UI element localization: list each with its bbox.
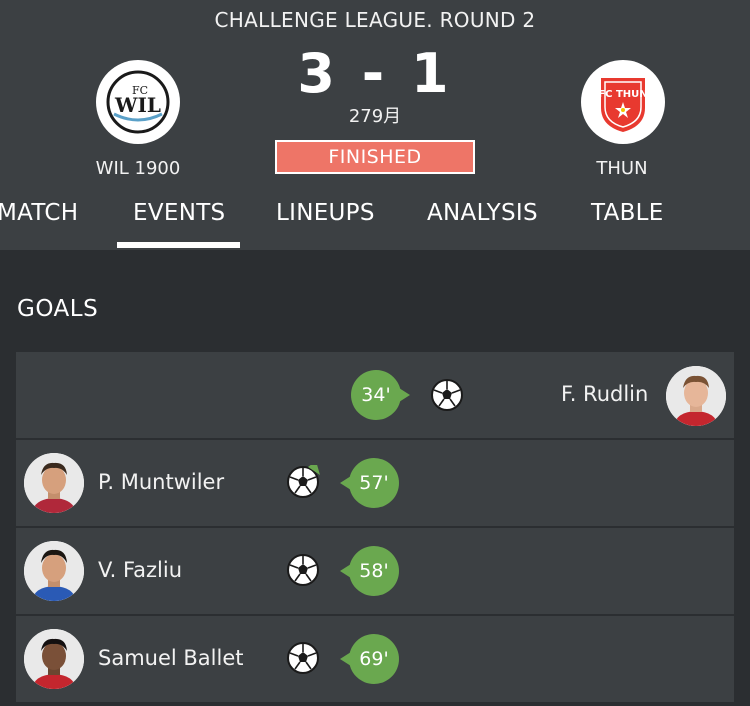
player-avatar[interactable] [24,629,84,689]
away-team-name[interactable]: THUN [542,158,702,179]
badge-pointer [340,564,351,578]
soccer-ball-icon [287,554,319,586]
tab-lineups[interactable]: LINEUPS [276,200,375,226]
goal-minute-badge: 69' [340,634,399,684]
player-avatar[interactable] [24,541,84,601]
tab-match[interactable]: MATCH [0,200,78,226]
away-team-logo[interactable]: FC THUN [581,60,665,144]
badge-pointer [399,388,410,402]
goal-event-row[interactable]: 34' F. Rudlin [16,352,734,438]
away-logo-text: FC THUN [598,89,647,100]
badge-pointer [340,476,351,490]
match-header: CHALLENGE LEAGUE. ROUND 2 FC WIL WIL 190… [0,0,750,250]
thun-crest-icon: FC THUN [598,78,648,132]
home-team-logo[interactable]: FC WIL [96,60,180,144]
goal-minute-text: 57' [359,472,389,494]
player-photo-fazliu [24,541,84,601]
player-photo-ballet [24,629,84,689]
tab-events[interactable]: EVENTS [133,200,225,226]
goal-scorer-name[interactable]: F. Rudlin [561,382,648,406]
active-tab-indicator [117,242,240,248]
soccer-ball-icon [431,379,463,411]
status-badge: FINISHED [275,140,475,174]
league-round-title: CHALLENGE LEAGUE. ROUND 2 [214,8,536,32]
goal-minute-badge: 57' [340,458,399,508]
badge-pointer [340,652,351,666]
goal-scorer-name[interactable]: Samuel Ballet [98,646,244,670]
tab-analysis[interactable]: ANALYSIS [427,200,538,226]
goal-scorer-name[interactable]: V. Fazliu [98,558,182,582]
goal-minute-text: 58' [359,560,389,582]
goal-event-row[interactable]: V. Fazliu 58' [16,528,734,614]
goal-event-row[interactable]: Samuel Ballet 69' [16,616,734,702]
goal-event-row[interactable]: P. Muntwiler 57' [16,440,734,526]
goal-minute-text: 34' [361,384,391,406]
wil-crest-icon: FC WIL [106,70,170,134]
player-photo-rudlin [666,366,726,426]
match-minute: 279月 [348,106,402,127]
home-team-name[interactable]: WIL 1900 [58,158,218,179]
goals-section-title: GOALS [17,296,99,322]
goal-minute-badge: 34' [351,370,410,420]
player-photo-muntwiler [24,453,84,513]
goal-minute-badge: 58' [340,546,399,596]
score: 3 - 1 [297,42,453,105]
tab-table[interactable]: TABLE [591,200,664,226]
home-logo-text: WIL [114,93,161,117]
goal-scorer-name[interactable]: P. Muntwiler [98,470,224,494]
goal-minute-text: 69' [359,648,389,670]
soccer-ball-assist-icon [287,465,320,498]
player-avatar[interactable] [24,453,84,513]
soccer-ball-icon [287,642,319,674]
player-avatar[interactable] [666,366,726,426]
